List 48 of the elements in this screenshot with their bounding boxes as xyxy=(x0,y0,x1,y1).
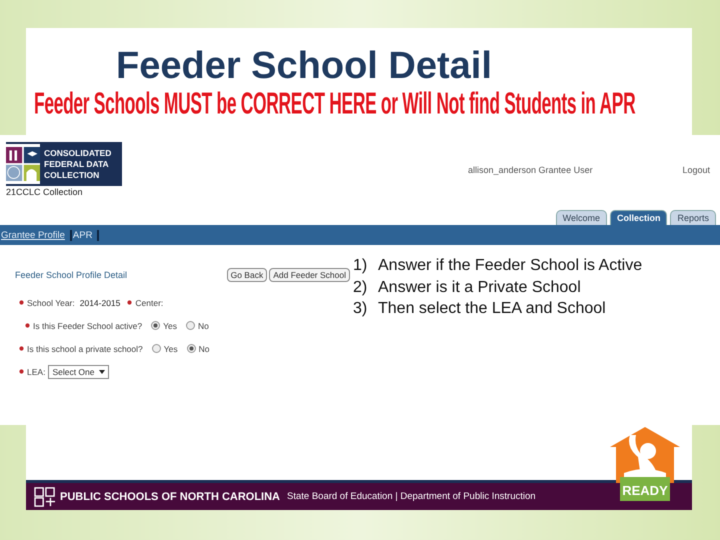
form-button[interactable]: Add Feeder School xyxy=(269,268,350,282)
radio-button[interactable] xyxy=(152,344,161,353)
nav-link[interactable]: APR xyxy=(72,230,100,240)
nav-tab[interactable]: Welcome xyxy=(556,210,607,225)
nav-tab[interactable]: Collection xyxy=(610,210,668,225)
logo-text: COLLECTION xyxy=(44,170,100,180)
footer-subtitle: State Board of Education | Department of Public Instruction xyxy=(287,491,536,502)
field-value: 2014-2015 xyxy=(80,298,120,308)
required-icon xyxy=(25,323,30,328)
list-number: 3) xyxy=(353,299,368,319)
radio-button[interactable] xyxy=(186,321,196,330)
user-name: allison_anderson Grantee User xyxy=(468,165,593,175)
caret-icon xyxy=(98,370,104,374)
question-label: Is this Feeder School active? xyxy=(33,320,142,330)
required-icon xyxy=(19,346,24,351)
lea-dropdown[interactable]: Select One xyxy=(48,364,108,378)
list-number: 2) xyxy=(353,278,368,298)
logo-text: CONSOLIDATED xyxy=(44,148,112,158)
list-number: 1) xyxy=(353,256,368,276)
radio-label: Yes xyxy=(163,320,178,330)
instruction-text: Answer if the Feeder School is Active xyxy=(378,256,642,276)
radio-button[interactable] xyxy=(151,321,160,330)
instruction-text: Answer is it a Private School xyxy=(378,278,581,298)
radio-label: Yes xyxy=(164,344,178,354)
logout-link[interactable]: Logout xyxy=(682,165,710,175)
logo-text: FEDERAL DATA xyxy=(44,158,110,170)
emblem-icon xyxy=(34,486,56,506)
warning-text: Feeder Schools MUST be CORRECT HERE or Will Not find Students in APR xyxy=(34,87,636,122)
collection-label: 21CCLC Collection xyxy=(6,187,84,197)
required-icon xyxy=(127,300,132,305)
field-label: LEA: xyxy=(27,366,46,376)
field-label: Center: xyxy=(135,298,164,308)
form-button[interactable]: Go Back xyxy=(226,268,268,282)
radio-label: No xyxy=(198,344,210,354)
radio-button[interactable] xyxy=(186,344,196,353)
nav-tab[interactable]: Reports xyxy=(670,210,716,225)
field-label: School Year: xyxy=(27,298,75,308)
required-icon xyxy=(19,369,24,374)
question-label: Is this school a private school? xyxy=(27,344,143,354)
instruction-text: Then select the LEA and School xyxy=(378,299,606,319)
footer-title: PUBLIC SCHOOLS OF NORTH CAROLINA xyxy=(60,490,280,502)
ready-logo-drawing: READY xyxy=(610,427,680,501)
slide-title: Feeder School Detail xyxy=(116,44,493,88)
logo-icon xyxy=(6,144,40,184)
form-heading: Feeder School Profile Detail xyxy=(15,270,128,280)
radio-label: No xyxy=(198,320,209,330)
nav-link[interactable]: Grantee Profile xyxy=(0,230,72,240)
required-icon xyxy=(19,300,24,305)
